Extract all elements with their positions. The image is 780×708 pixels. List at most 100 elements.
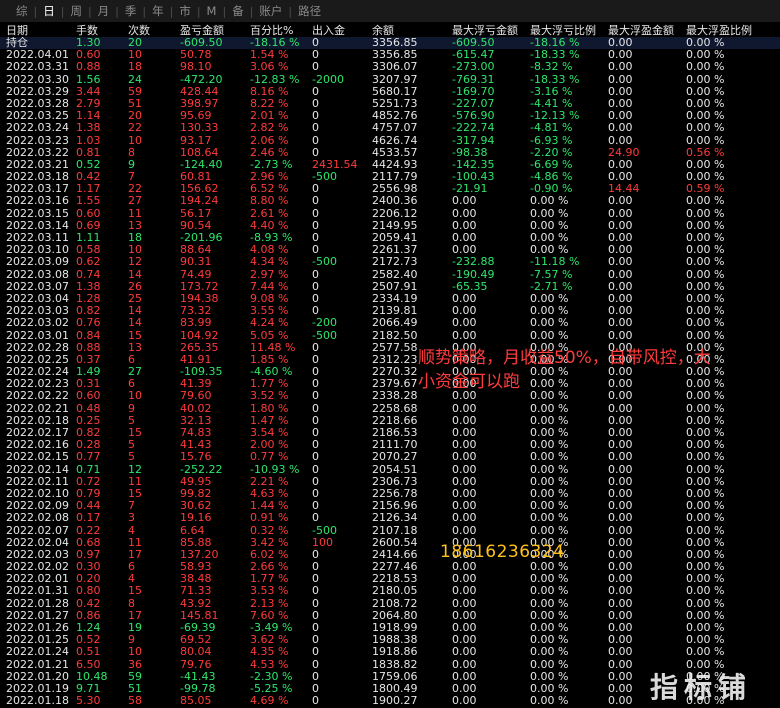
cell-日期: 2022.02.28 [6,341,69,354]
column-header-10[interactable]: 最大浮盈比例 [686,24,776,37]
tab-8[interactable]: 备 [230,3,246,19]
table-row[interactable]: 2022.02.17 0.82 15 74.83 3.54 % 0 2186.53 0.00 0… [0,427,780,439]
cell-百分比%: 4.69 % [250,695,289,708]
table-row[interactable]: 2022.01.31 0.80 15 71.33 3.53 % 0 2180.05 0.00 0… [0,585,780,597]
table-row[interactable]: 2022.01.26 1.24 19 -69.39 -3.49 % 0 1918.99 0.0… [0,622,780,634]
column-header-2[interactable]: 次数 [128,24,180,37]
tab-4[interactable]: 季 [123,3,139,19]
table-row[interactable]: 2022.03.16 1.55 27 194.24 8.80 % 0 2400.36 0.00… [0,195,780,207]
cell-盈亏金额: 80.04 [180,646,212,659]
cell-最大浮盈金额: 0.00 [608,573,633,586]
cell-余额: 5251.73 [372,97,418,110]
table-row[interactable]: 2022.03.14 0.69 13 90.54 4.40 % 0 2149.95 0.00 0… [0,220,780,232]
column-header-5[interactable]: 出入金 [312,24,372,37]
cell-最大浮盈比例: 0.00 % [686,402,725,415]
cell-盈亏金额: 69.52 [180,634,212,647]
tab-6[interactable]: 市 [177,3,193,19]
cell-日期: 2022.03.25 [6,110,69,123]
cell-手数: 0.31 [76,378,101,391]
cell-盈亏金额: 49.95 [180,475,212,488]
table-row[interactable]: 2022.03.08 0.74 14 74.49 2.97 % 0 2582.40 -190.… [0,269,780,281]
cell-百分比%: 9.08 % [250,292,289,305]
column-header-8[interactable]: 最大浮亏比例 [530,24,608,37]
table-row[interactable]: 2022.02.15 0.77 5 15.76 0.77 % 0 2070.27 0.00 0.… [0,451,780,463]
tab-0[interactable]: 综 [14,3,30,19]
table-row[interactable]: 2022.03.04 1.28 25 194.38 9.08 % 0 2334.19 0.00… [0,293,780,305]
column-header-7[interactable]: 最大浮亏金额 [452,24,530,37]
table-row[interactable]: 2022.03.10 0.58 10 88.64 4.08 % 0 2261.37 0.00 0… [0,244,780,256]
cell-手数: 0.69 [76,219,101,232]
table-row[interactable]: 2022.01.27 0.86 17 145.81 7.60 % 0 2064.80 0.00… [0,610,780,622]
table-row[interactable]: 2022.03.28 2.79 51 398.97 8.22 % 0 5251.73 -227… [0,98,780,110]
column-header-4[interactable]: 百分比% [250,24,312,37]
table-row[interactable]: 2022.03.07 1.38 26 173.72 7.44 % 0 2507.91 -65.… [0,281,780,293]
cell-最大浮亏金额: 0.00 [452,646,477,659]
column-header-6[interactable]: 余额 [372,24,452,37]
table-row[interactable]: 2022.01.24 0.51 10 80.04 4.35 % 0 1918.86 0.00 0… [0,646,780,658]
table-row[interactable]: 2022.03.22 0.81 8 108.64 2.46 % 0 4533.57 -98.3… [0,147,780,159]
table-row[interactable]: 2022.02.14 0.71 12 -252.22 -10.93 % 0 2054.51 0… [0,464,780,476]
column-header-0[interactable]: 日期 [6,24,76,37]
table-row[interactable]: 2022.03.11 1.11 18 -201.96 -8.93 % 0 2059.41 0.… [0,232,780,244]
table-row[interactable]: 2022.03.03 0.82 14 73.32 3.55 % 0 2139.81 0.00 0… [0,305,780,317]
table-row[interactable]: 2022.03.23 1.03 10 93.17 2.06 % 0 4626.74 -317.… [0,135,780,147]
cell-最大浮亏比例: -6.69 % [530,158,573,171]
cell-最大浮亏金额: 0.00 [452,573,477,586]
tab-2[interactable]: 周 [68,3,84,19]
cell-余额: 2180.05 [372,585,418,598]
tab-3[interactable]: 月 [96,3,112,19]
tab-9[interactable]: 账户 [257,3,284,19]
table-row[interactable]: 2022.02.21 0.48 9 40.02 1.80 % 0 2258.68 0.00 0.… [0,403,780,415]
column-header-1[interactable]: 手数 [76,24,128,37]
cell-盈亏金额: 194.38 [180,292,219,305]
table-row[interactable]: 2022.02.08 0.17 3 19.16 0.91 % 0 2126.34 0.00 0.… [0,512,780,524]
table-row[interactable]: 2022.03.21 0.52 9 -124.40 -2.73 % 2431.54 4424… [0,159,780,171]
cell-最大浮亏比例: -8.32 % [530,61,573,74]
table-row[interactable]: 2022.02.09 0.44 7 30.62 1.44 % 0 2156.96 0.00 0.… [0,500,780,512]
cell-最大浮盈金额: 0.00 [608,134,633,147]
table-row[interactable]: 2022.02.18 0.25 5 32.13 1.47 % 0 2218.66 0.00 0.… [0,415,780,427]
tab-1[interactable]: 日 [41,3,57,19]
table-row[interactable]: 2022.03.25 1.14 20 95.69 2.01 % 0 4852.76 -576.… [0,110,780,122]
table-row[interactable]: 2022.02.01 0.20 4 38.48 1.77 % 0 2218.53 0.00 0.… [0,573,780,585]
table-row[interactable]: 2022.03.29 3.44 59 428.44 8.16 % 0 5680.17 -169… [0,86,780,98]
column-header-9[interactable]: 最大浮盈金额 [608,24,686,37]
tab-5[interactable]: 年 [150,3,166,19]
table-row[interactable]: 2022.03.30 1.56 24 -472.20 -12.83 % -2000 3207… [0,74,780,86]
cell-最大浮盈比例: 0.00 % [686,427,725,439]
table-row[interactable]: 2022.03.15 0.60 11 56.17 2.61 % 0 2206.12 0.00 0… [0,208,780,220]
cell-出入金: 0 [312,292,319,305]
cell-百分比%: 4.34 % [250,256,289,269]
table-row[interactable]: 2022.03.02 0.76 14 83.99 4.24 % -200 2066.49 0.… [0,317,780,329]
tab-10[interactable]: 路径 [296,3,323,19]
cell-最大浮亏金额: 0.00 [452,219,477,232]
table-row[interactable]: 2022.02.07 0.22 4 6.64 0.32 % -500 2107.18 0.00… [0,525,780,537]
table-row[interactable]: 2022.03.24 1.38 22 130.33 2.82 % 0 4757.07 -222… [0,122,780,134]
cell-次数: 5 [128,451,135,464]
table-row[interactable]: 持仓 1.30 20 -609.50 -18.16 % 0 3356.85 -609.50 -1… [0,37,780,50]
table-row[interactable]: 2022.01.25 0.52 9 69.52 3.62 % 0 1988.38 0.00 0.… [0,634,780,646]
table-row[interactable]: 2022.02.02 0.30 6 58.93 2.66 % 0 2277.46 0.00 0.… [0,561,780,573]
tab-7[interactable]: M [205,4,219,18]
table-row[interactable]: 2022.04.01 0.60 10 50.78 1.54 % 0 3356.85 -615.… [0,49,780,61]
table-row[interactable]: 2022.01.28 0.42 8 43.92 2.13 % 0 2108.72 0.00 0.… [0,598,780,610]
table-row[interactable]: 2022.02.03 0.97 17 137.20 6.02 % 0 2414.66 0.00… [0,549,780,561]
table-row[interactable]: 2022.03.18 0.42 7 60.81 2.96 % -500 2117.79 -10… [0,171,780,183]
cell-最大浮亏比例: -11.18 % [530,256,580,269]
column-header-3[interactable]: 盈亏金额 [180,24,250,37]
table-row[interactable]: 2022.03.31 0.88 18 98.10 3.06 % 0 3306.07 -273.… [0,61,780,73]
cell-最大浮盈比例: 0.00 % [686,597,725,610]
table-row[interactable]: 2022.03.01 0.84 15 104.92 5.05 % -500 2182.50 0… [0,330,780,342]
table-row[interactable]: 2022.02.16 0.28 5 41.43 2.00 % 0 2111.70 0.00 0.… [0,439,780,451]
cell-最大浮亏金额: 0.00 [452,622,477,634]
table-row[interactable]: 2022.02.11 0.72 11 49.95 2.21 % 0 2306.73 0.00 0… [0,476,780,488]
table-row[interactable]: 2022.02.10 0.79 15 99.82 4.63 % 0 2256.78 0.00 0… [0,488,780,500]
table-row[interactable]: 2022.02.04 0.68 11 85.88 3.42 % 100 2600.54 0.0… [0,537,780,549]
cell-余额: 2111.70 [372,439,418,452]
cell-最大浮盈金额: 0.00 [608,195,633,208]
cell-出入金: 0 [312,609,319,622]
table-row[interactable]: 2022.03.17 1.17 22 156.62 6.52 % 0 2556.98 -21.… [0,183,780,195]
cell-出入金: 0 [312,390,319,403]
cell-最大浮亏比例: 0.00 % [530,524,569,537]
table-row[interactable]: 2022.03.09 0.62 12 90.31 4.34 % -500 2172.73 -2… [0,256,780,268]
